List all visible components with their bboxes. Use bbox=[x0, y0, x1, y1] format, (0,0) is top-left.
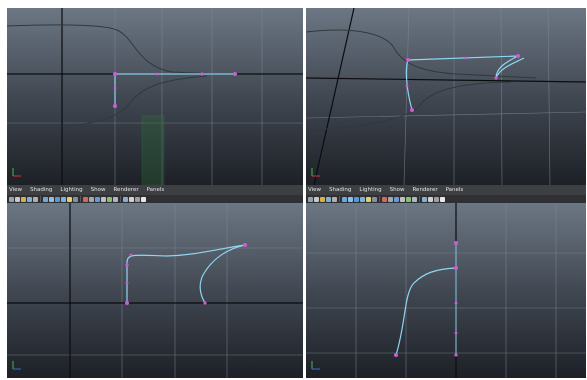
axis-gizmo bbox=[12, 168, 21, 177]
menu-panels[interactable]: Panels bbox=[147, 185, 165, 195]
toolbar-separator bbox=[120, 196, 121, 202]
light-icon[interactable] bbox=[366, 196, 371, 202]
field-chart-icon[interactable] bbox=[113, 196, 118, 202]
xray-icon[interactable] bbox=[388, 196, 393, 202]
panel-menu-bar-left: View Shading Lighting Show Renderer Pane… bbox=[7, 185, 303, 195]
gear-icon[interactable] bbox=[33, 196, 38, 202]
texture-icon[interactable] bbox=[61, 196, 66, 202]
toolbar-separator bbox=[419, 196, 420, 202]
ghost-curve-upper bbox=[7, 24, 218, 75]
axis-gizmo bbox=[12, 361, 21, 370]
green-bounding-box bbox=[141, 115, 165, 185]
menu-shading[interactable]: Shading bbox=[329, 185, 351, 195]
film-icon[interactable] bbox=[123, 196, 128, 202]
menu-shading[interactable]: Shading bbox=[30, 185, 52, 195]
camera-settings-icon[interactable] bbox=[428, 196, 433, 202]
resolution-icon[interactable] bbox=[95, 196, 100, 202]
wireframe-icon[interactable] bbox=[49, 196, 54, 202]
toolbar-separator bbox=[80, 196, 81, 202]
menu-renderer[interactable]: Renderer bbox=[113, 185, 138, 195]
axis-line-horizontal bbox=[306, 77, 586, 83]
cv-points[interactable] bbox=[113, 72, 237, 108]
camera-icon[interactable] bbox=[9, 196, 14, 202]
viewport-top-right-scene bbox=[306, 8, 586, 185]
xray-icon[interactable] bbox=[89, 196, 94, 202]
film-icon[interactable] bbox=[422, 196, 427, 202]
viewport-bottom-right-scene bbox=[306, 203, 586, 378]
grid-icon[interactable] bbox=[43, 196, 48, 202]
toolbar-separator bbox=[339, 196, 340, 202]
panel-toolbar-right bbox=[306, 195, 586, 203]
menu-lighting[interactable]: Lighting bbox=[60, 185, 82, 195]
menu-show[interactable]: Show bbox=[390, 185, 405, 195]
viewport-bottom-left[interactable] bbox=[7, 203, 303, 378]
safe-action-icon[interactable] bbox=[406, 196, 411, 202]
bookmark-icon[interactable] bbox=[326, 196, 331, 202]
isolate-icon[interactable] bbox=[83, 196, 88, 202]
grease-pencil-icon[interactable] bbox=[141, 196, 146, 202]
viewport-top-left[interactable] bbox=[7, 8, 303, 185]
gate-icon[interactable] bbox=[101, 196, 106, 202]
viewport-bottom-left-scene bbox=[7, 203, 303, 378]
menu-lighting[interactable]: Lighting bbox=[359, 185, 381, 195]
grid-icon[interactable] bbox=[342, 196, 347, 202]
light-icon[interactable] bbox=[67, 196, 72, 202]
menu-view[interactable]: View bbox=[308, 185, 321, 195]
texture-icon[interactable] bbox=[360, 196, 365, 202]
shadow-icon[interactable] bbox=[372, 196, 377, 202]
cv-points[interactable] bbox=[125, 243, 247, 305]
gate-icon[interactable] bbox=[400, 196, 405, 202]
toolbar-separator bbox=[40, 196, 41, 202]
panel-toolbar-left bbox=[7, 195, 303, 203]
select-icon[interactable] bbox=[15, 196, 20, 202]
ghost-curve-lower bbox=[61, 75, 208, 127]
smooth-shade-icon[interactable] bbox=[55, 196, 60, 202]
panel-menu-bar-right: View Shading Lighting Show Renderer Pane… bbox=[306, 185, 586, 195]
viewport-top-left-scene bbox=[7, 8, 303, 185]
resolution-icon[interactable] bbox=[394, 196, 399, 202]
curve[interactable] bbox=[405, 55, 525, 111]
gear-icon[interactable] bbox=[332, 196, 337, 202]
wireframe-icon[interactable] bbox=[348, 196, 353, 202]
safe-action-icon[interactable] bbox=[107, 196, 112, 202]
grid bbox=[7, 203, 303, 378]
isolate-icon[interactable] bbox=[382, 196, 387, 202]
select-icon[interactable] bbox=[314, 196, 319, 202]
bookmark-icon[interactable] bbox=[27, 196, 32, 202]
camera-settings-icon[interactable] bbox=[129, 196, 134, 202]
menu-show[interactable]: Show bbox=[91, 185, 106, 195]
lock-icon[interactable] bbox=[320, 196, 325, 202]
axis-gizmo bbox=[311, 168, 320, 177]
grid bbox=[306, 203, 586, 378]
axis-line-vertical bbox=[313, 8, 355, 185]
ghost-curve-lower bbox=[306, 81, 512, 131]
menu-renderer[interactable]: Renderer bbox=[412, 185, 437, 195]
field-chart-icon[interactable] bbox=[412, 196, 417, 202]
menu-panels[interactable]: Panels bbox=[446, 185, 464, 195]
cv-points[interactable] bbox=[394, 241, 458, 357]
cv-points[interactable] bbox=[405, 54, 520, 112]
viewport-top-right[interactable] bbox=[306, 8, 586, 185]
camera-icon[interactable] bbox=[308, 196, 313, 202]
axis-gizmo bbox=[311, 361, 320, 370]
toolbar-separator bbox=[379, 196, 380, 202]
shadow-icon[interactable] bbox=[73, 196, 78, 202]
lock-icon[interactable] bbox=[21, 196, 26, 202]
viewport-bottom-right[interactable] bbox=[306, 203, 586, 378]
smooth-shade-icon[interactable] bbox=[354, 196, 359, 202]
grease-pencil-icon[interactable] bbox=[440, 196, 445, 202]
ortho-icon[interactable] bbox=[434, 196, 439, 202]
ortho-icon[interactable] bbox=[135, 196, 140, 202]
curve[interactable] bbox=[395, 267, 457, 356]
menu-view[interactable]: View bbox=[9, 185, 22, 195]
curve[interactable] bbox=[114, 73, 235, 106]
